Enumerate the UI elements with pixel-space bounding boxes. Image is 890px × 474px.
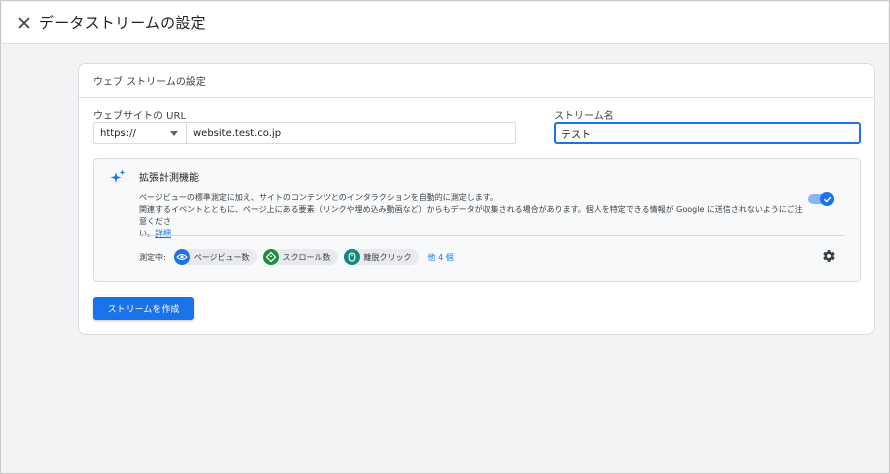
enhanced-measurement-toggle[interactable] bbox=[808, 192, 834, 206]
website-url-label: ウェブサイトの URL bbox=[93, 111, 187, 122]
dropdown-arrow-icon bbox=[170, 130, 178, 136]
eye-icon bbox=[173, 249, 190, 265]
chip-label: スクロール数 bbox=[282, 252, 331, 262]
create-stream-button[interactable]: ストリームを作成 bbox=[93, 297, 194, 320]
chip-label: 離脱クリック bbox=[363, 252, 412, 262]
protocol-select[interactable]: https:// bbox=[93, 122, 186, 144]
chip-page-views[interactable]: ページビュー数 bbox=[173, 249, 257, 265]
description-line-3: い。 bbox=[139, 229, 155, 238]
check-icon bbox=[823, 196, 831, 202]
stream-name-input[interactable] bbox=[554, 122, 861, 144]
close-button[interactable] bbox=[13, 12, 35, 34]
measuring-row: 測定中: ページビュー数 スクロール数 離脱クリック 他 4 個 bbox=[139, 248, 454, 266]
card-header: ウェブ ストリームの設定 bbox=[79, 64, 874, 98]
close-icon bbox=[18, 17, 30, 28]
page-title: データストリームの設定 bbox=[39, 14, 206, 32]
more-events-link[interactable]: 他 4 個 bbox=[428, 252, 454, 263]
scroll-diamond-icon bbox=[262, 249, 279, 265]
lock-icon bbox=[343, 249, 360, 265]
divider bbox=[139, 235, 845, 236]
chip-scrolls[interactable]: スクロール数 bbox=[262, 249, 338, 265]
enhanced-measurement-title: 拡張計測機能 bbox=[139, 173, 199, 184]
protocol-value: https:// bbox=[100, 127, 136, 139]
gear-icon[interactable] bbox=[822, 249, 836, 263]
toggle-knob bbox=[820, 192, 834, 206]
measuring-label: 測定中: bbox=[139, 252, 166, 262]
details-link[interactable]: 詳細 bbox=[155, 229, 171, 238]
chip-outbound-clicks[interactable]: 離脱クリック bbox=[343, 249, 419, 265]
description-line-2: 関連するイベントとともに、ページ上にある要素（リンクや埋め込み動画など）からもデ… bbox=[139, 205, 803, 226]
sparkle-icon bbox=[110, 169, 126, 183]
website-url-group: https:// bbox=[93, 122, 516, 144]
stream-name-label: ストリーム名 bbox=[554, 111, 614, 122]
chip-label: ページビュー数 bbox=[193, 252, 250, 262]
enhanced-measurement-description: ページビューの標準測定に加え、サイトのコンテンツとのインタラクションを自動的に測… bbox=[139, 192, 809, 240]
website-url-input[interactable] bbox=[186, 122, 516, 144]
app-frame: データストリームの設定 ウェブ ストリームの設定 ウェブサイトの URL htt… bbox=[0, 0, 890, 474]
web-stream-settings-card: ウェブ ストリームの設定 ウェブサイトの URL https:// ストリーム名… bbox=[78, 63, 875, 335]
description-line-1: ページビューの標準測定に加え、サイトのコンテンツとのインタラクションを自動的に測… bbox=[139, 193, 498, 202]
enhanced-measurement-panel: 拡張計測機能 ページビューの標準測定に加え、サイトのコンテンツとのインタラクショ… bbox=[93, 158, 861, 282]
top-bar: データストリームの設定 bbox=[2, 2, 888, 44]
